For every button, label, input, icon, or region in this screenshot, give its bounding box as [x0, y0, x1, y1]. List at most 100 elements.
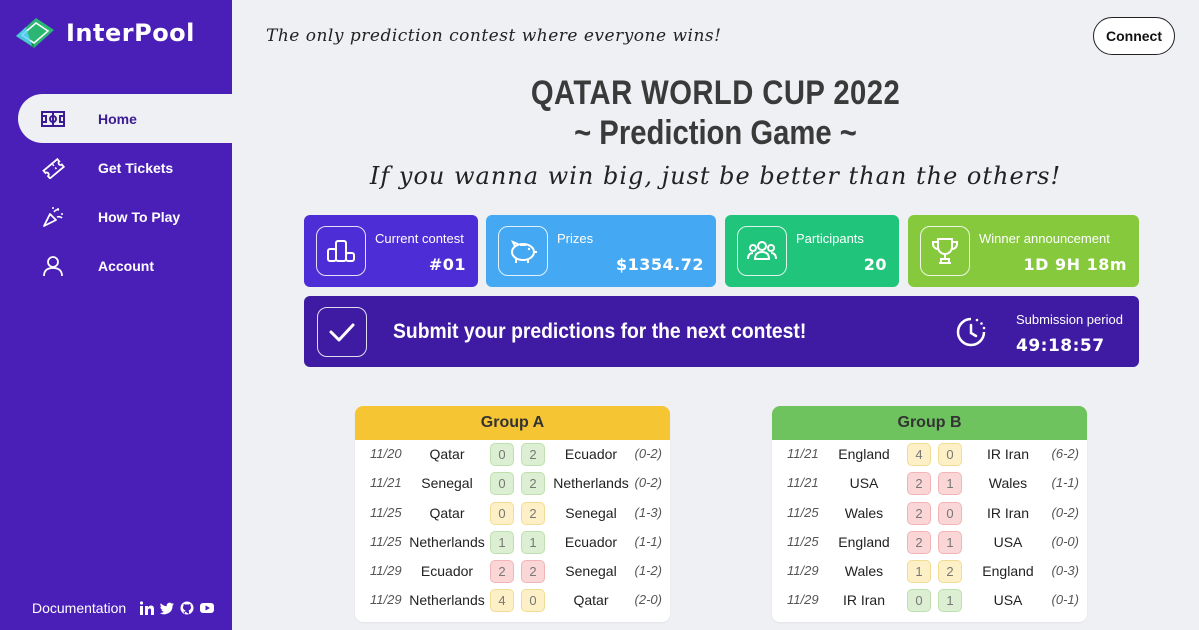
- match-date: 11/29: [787, 592, 819, 608]
- home-score: 0: [490, 501, 514, 525]
- match-row[interactable]: 11/25 England 2 1 USA (0-0): [772, 528, 1087, 557]
- card-label: Current contest: [375, 231, 464, 246]
- sidebar-item-label: Get Tickets: [98, 159, 174, 176]
- match-result: (1-2): [634, 563, 662, 579]
- away-team: USA: [993, 592, 1023, 609]
- page-title: QATAR WORLD CUP 2022: [530, 74, 901, 112]
- match-row[interactable]: 11/21 England 4 0 IR Iran (6-2): [772, 440, 1087, 469]
- card-label: Participants: [796, 231, 864, 246]
- match-date: 11/25: [370, 504, 402, 520]
- away-team: Ecuador: [564, 446, 618, 462]
- sidebar: InterPool Home Get Tickets How To Play A…: [0, 0, 232, 630]
- match-result: (2-0): [634, 592, 662, 608]
- match-result: (1-3): [634, 504, 662, 520]
- linkedin-icon[interactable]: [140, 601, 155, 615]
- sidebar-nav: Home Get Tickets How To Play Account: [18, 94, 232, 290]
- home-team: England: [838, 446, 890, 462]
- twitter-icon[interactable]: [160, 601, 175, 615]
- match-row[interactable]: 11/21 USA 2 1 Wales (1-1): [772, 469, 1087, 498]
- match-date: 11/25: [370, 533, 402, 549]
- match-result: (0-0): [1051, 533, 1079, 549]
- away-team: Netherlands: [553, 475, 629, 492]
- sidebar-item-account[interactable]: Account: [18, 241, 232, 290]
- winner-announcement-card: Winner announcement 1D 9H 18m: [908, 215, 1139, 287]
- match-result: (6-2): [1051, 446, 1079, 461]
- away-score: 0: [938, 501, 962, 525]
- sidebar-item-how-to-play[interactable]: How To Play: [18, 192, 232, 241]
- ticket-icon: [38, 157, 68, 179]
- away-team: IR Iran: [986, 446, 1029, 462]
- match-row[interactable]: 11/20 Qatar 0 2 Ecuador (0-2): [355, 440, 670, 469]
- home-team: England: [838, 533, 890, 550]
- away-score: 2: [521, 443, 545, 466]
- prizes-card: Prizes $1354.72: [486, 215, 716, 287]
- banner-message: Submit your predictions for the next con…: [393, 320, 807, 343]
- current-contest-card: Current contest #01: [304, 215, 478, 287]
- home-score: 2: [907, 472, 931, 496]
- people-icon: [737, 226, 787, 276]
- card-value: 1D 9H 18m: [1023, 255, 1127, 274]
- away-score: 0: [938, 443, 962, 466]
- github-icon[interactable]: [180, 601, 194, 615]
- match-row[interactable]: 11/25 Qatar 0 2 Senegal (1-3): [355, 499, 670, 528]
- match-row[interactable]: 11/29 Netherlands 4 0 Qatar (2-0): [355, 586, 670, 615]
- home-team: Ecuador: [420, 563, 474, 580]
- match-row[interactable]: 11/29 Ecuador 2 2 Senegal (1-2): [355, 557, 670, 586]
- match-date: 11/21: [787, 475, 819, 491]
- documentation-link[interactable]: Documentation: [32, 600, 126, 616]
- home-team: Senegal: [421, 475, 473, 492]
- match-result: (0-2): [634, 446, 662, 461]
- submit-predictions-banner[interactable]: Submit your predictions for the next con…: [304, 296, 1139, 367]
- away-score: 2: [521, 560, 545, 584]
- home-score: 0: [907, 589, 931, 613]
- home-team: Netherlands: [409, 533, 485, 550]
- home-score: 2: [907, 501, 931, 525]
- piggy-bank-icon: [498, 226, 548, 276]
- card-value: 20: [863, 255, 887, 274]
- match-date: 11/25: [787, 504, 819, 520]
- home-score: 1: [907, 560, 931, 584]
- match-row[interactable]: 11/29 IR Iran 0 1 USA (0-1): [772, 586, 1087, 615]
- youtube-icon[interactable]: [200, 601, 215, 615]
- home-score: 0: [490, 472, 514, 496]
- away-score: 1: [938, 530, 962, 554]
- sidebar-footer: Documentation: [32, 600, 215, 616]
- submission-period-value: 49:18:57: [1016, 336, 1105, 356]
- away-team: Wales: [988, 475, 1028, 492]
- page-slogan: If you wanna win big, just be better tha…: [369, 162, 1062, 190]
- group-b-table: Group B 11/21 England 4 0 IR Iran (6-2) 11/21 U…: [772, 406, 1087, 622]
- home-team: Wales: [844, 563, 884, 580]
- sidebar-item-home[interactable]: Home: [18, 94, 232, 143]
- group-a-table: Group A 11/20 Qatar 0 2 Ecuador (0-2) 11/21 Sen…: [355, 406, 670, 622]
- match-row[interactable]: 11/29 Wales 1 2 England (0-3): [772, 557, 1087, 586]
- match-row[interactable]: 11/25 Wales 2 0 IR Iran (0-2): [772, 499, 1087, 528]
- match-row[interactable]: 11/21 Senegal 0 2 Netherlands (0-2): [355, 469, 670, 498]
- away-score: 0: [521, 589, 545, 613]
- match-date: 11/29: [370, 592, 402, 608]
- home-team: Wales: [844, 504, 884, 521]
- away-score: 1: [938, 589, 962, 613]
- submission-period-label: Submission period: [1016, 312, 1123, 327]
- away-team: Ecuador: [564, 533, 618, 550]
- match-date: 11/29: [787, 563, 819, 579]
- pitch-logo-icon: [16, 18, 54, 48]
- home-score: 4: [907, 443, 931, 466]
- card-label: Prizes: [557, 231, 594, 246]
- logo[interactable]: InterPool: [14, 16, 195, 50]
- match-result: (0-3): [1051, 563, 1079, 579]
- sidebar-item-get-tickets[interactable]: Get Tickets: [18, 143, 232, 192]
- match-row[interactable]: 11/25 Netherlands 1 1 Ecuador (1-1): [355, 528, 670, 557]
- away-score: 1: [521, 530, 545, 554]
- home-team: Netherlands: [409, 592, 485, 609]
- away-team: IR Iran: [986, 504, 1029, 521]
- match-result: (0-2): [634, 475, 662, 491]
- sidebar-item-label: Home: [98, 110, 137, 127]
- connect-button[interactable]: Connect: [1093, 17, 1175, 55]
- home-score: 1: [490, 530, 514, 554]
- card-value: $1354.72: [615, 255, 704, 274]
- podium-icon: [316, 226, 366, 276]
- card-label: Winner announcement: [979, 231, 1110, 246]
- group-header: Group B: [772, 406, 1087, 440]
- match-result: (1-1): [1051, 475, 1079, 491]
- home-score: 2: [907, 530, 931, 554]
